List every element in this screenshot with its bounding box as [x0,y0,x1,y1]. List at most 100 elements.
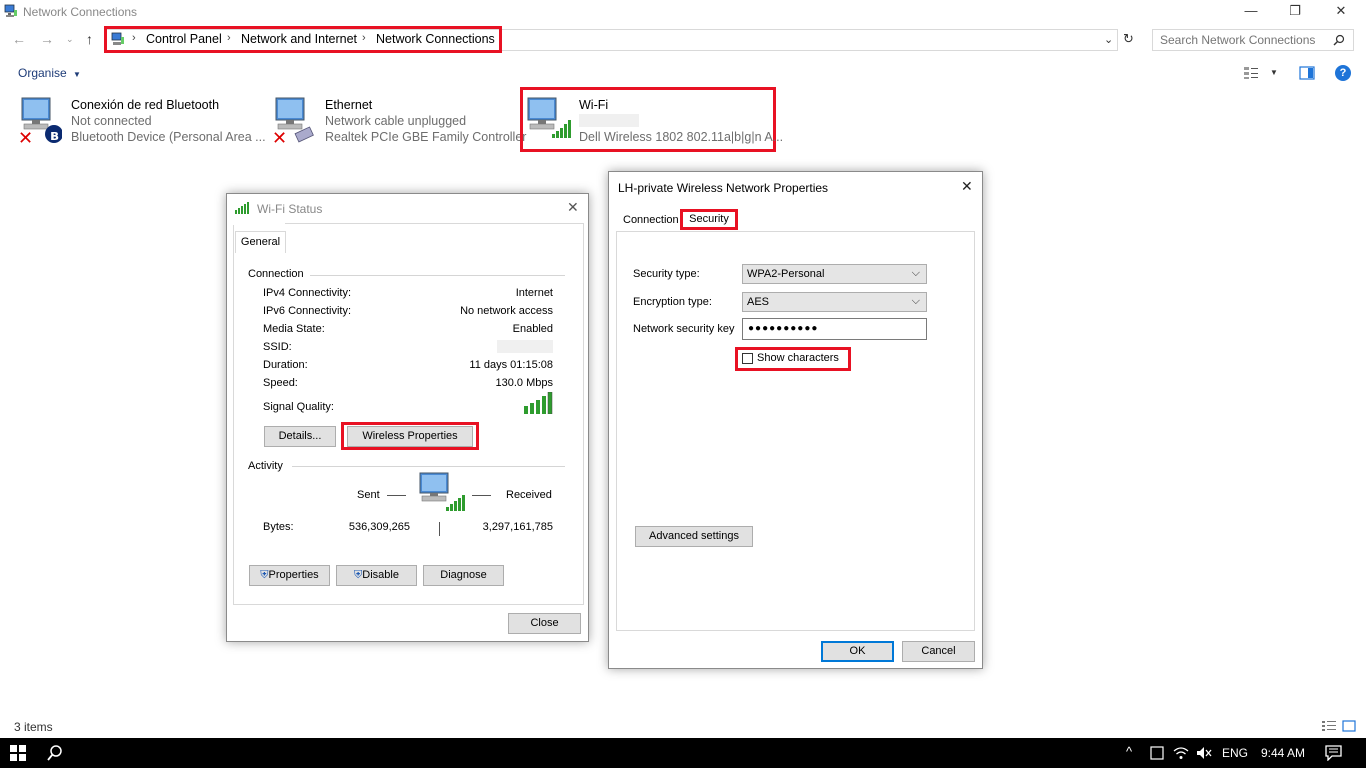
breadcrumb-control-panel[interactable]: Control Panel [146,32,222,46]
dialog-title: Wi-Fi Status [257,202,323,216]
encryption-type-select[interactable]: AES ⌵ [742,292,927,312]
connection-name: Wi-Fi [579,98,609,112]
ok-button[interactable]: OK [821,641,894,662]
title-bar: Network Connections — ❐ ✕ [0,0,1366,24]
duration-label: Duration: [263,359,308,371]
refresh-icon[interactable]: ↻ [1123,31,1134,47]
media-state-value: Enabled [512,323,553,335]
speed-label: Speed: [263,377,298,389]
connection-group-label: Connection [248,268,304,280]
received-label: Received [506,489,552,501]
view-options-caret-icon[interactable]: ▼ [1270,68,1278,77]
connection-device: Bluetooth Device (Personal Area ... [71,130,266,144]
address-dropdown-icon[interactable]: ⌄ [1104,33,1113,46]
cancel-button[interactable]: Cancel [902,641,975,662]
windows-start-icon[interactable] [10,745,26,761]
close-icon[interactable]: ✕ [961,178,973,195]
wireless-properties-button[interactable]: Wireless Properties [347,426,473,447]
ethernet-connection-icon[interactable]: ✕ [270,96,318,146]
wifi-tray-icon[interactable] [1173,746,1189,760]
organise-menu[interactable]: Organise ▼ [18,66,81,80]
clock[interactable]: 9:44 AM [1261,746,1305,760]
search-icon[interactable] [1333,34,1345,46]
control-panel-icon [111,32,124,45]
breadcrumb-separator[interactable]: › [227,32,231,44]
search-icon[interactable] [47,745,63,761]
breadcrumb-network-connections[interactable]: Network Connections [376,32,495,46]
connection-item-ethernet[interactable]: Ethernet Network cable unplugged Realtek… [325,95,526,147]
show-characters-label[interactable]: Show characters [757,352,839,364]
ipv6-label: IPv6 Connectivity: [263,305,352,317]
tray-app-icon[interactable] [1150,746,1164,760]
maximize-button[interactable]: ❐ [1272,0,1318,24]
window-title: Network Connections [23,5,138,19]
up-arrow-icon[interactable]: ↑ [86,31,93,47]
chevron-down-icon: ⌵ [911,295,920,307]
security-type-label: Security type: [633,268,700,280]
encryption-type-value: AES [747,296,770,308]
properties-button[interactable]: ⛨Properties [249,565,330,586]
advanced-settings-button[interactable]: Advanced settings [635,526,753,547]
bytes-sent-value: 536,309,265 [348,521,410,533]
close-icon[interactable]: ✕ [567,199,579,216]
activity-group-label: Activity [248,460,283,472]
svg-text:✕: ✕ [18,128,33,146]
speed-value: 130.0 Mbps [495,377,553,389]
show-characters-checkbox[interactable] [742,353,753,364]
media-state-label: Media State: [263,323,325,335]
network-key-input[interactable]: ●●●●●●●●●● [742,318,927,340]
connection-status: Network cable unplugged [325,114,467,128]
large-icons-view-icon[interactable] [1342,720,1356,732]
wifi-connection-icon[interactable] [524,96,574,144]
network-key-label: Network security key [633,323,735,335]
sent-label: Sent [357,489,380,501]
preview-pane-icon[interactable] [1299,66,1315,80]
show-hidden-icons-chevron-icon[interactable]: ^ [1126,744,1132,759]
tab-connection[interactable]: Connection [623,214,679,226]
connection-item-wifi[interactable]: Wi-Fi Dell Wireless 1802 802.11a|b|g|n A… [579,95,783,147]
close-window-button[interactable]: ✕ [1318,0,1364,24]
chevron-down-icon: ⌵ [911,267,920,279]
signal-quality-bars-icon [524,392,553,414]
minimize-button[interactable]: — [1228,0,1274,24]
recent-dropdown-icon[interactable]: ⌄ [66,34,74,45]
breadcrumb-network-internet[interactable]: Network and Internet [241,32,357,46]
shield-icon: ⛨ [260,569,269,581]
encryption-type-label: Encryption type: [633,296,712,308]
taskbar: ^ ENG 9:44 AM [0,738,1366,768]
wireless-properties-dialog: LH-private Wireless Network Properties ✕… [608,171,983,669]
details-view-icon[interactable] [1321,720,1337,732]
close-button[interactable]: Close [508,613,581,634]
tab-general[interactable]: General [235,231,286,253]
disable-button[interactable]: ⛨Disable [336,565,417,586]
action-center-icon[interactable] [1325,745,1342,761]
tab-security[interactable]: Security [685,212,733,227]
connection-item-bluetooth[interactable]: Conexión de red Bluetooth Not connected … [71,95,266,147]
tab-joiner [233,223,285,225]
search-input[interactable] [1160,33,1330,47]
redacted-ssid [497,340,553,353]
connection-status: Not connected [71,114,152,128]
network-computer-icon [419,472,465,511]
help-button[interactable]: ? [1335,65,1351,81]
diagnose-button[interactable]: Diagnose [423,565,504,586]
redacted-network-name [579,114,639,127]
connection-device: Realtek PCIe GBE Family Controller [325,130,527,144]
volume-muted-icon[interactable] [1196,746,1212,760]
bluetooth-connection-icon[interactable]: ✕ ʙ [16,96,62,146]
properties-button-label: Properties [268,569,319,581]
sent-line [387,495,406,496]
breadcrumb-separator[interactable]: › [362,32,366,44]
connection-name: Ethernet [325,98,373,112]
ssid-label: SSID: [263,341,292,353]
back-arrow-icon[interactable]: ← [12,31,26,47]
dialog-title: LH-private Wireless Network Properties [618,181,829,195]
search-box[interactable] [1152,29,1354,51]
change-view-icon[interactable] [1243,66,1259,80]
svg-text:ʙ: ʙ [50,128,59,144]
ipv4-label: IPv4 Connectivity: [263,287,352,299]
details-button[interactable]: Details... [264,426,336,447]
language-indicator[interactable]: ENG [1222,746,1248,760]
security-type-select[interactable]: WPA2-Personal ⌵ [742,264,927,284]
forward-arrow-icon[interactable]: → [40,31,54,47]
